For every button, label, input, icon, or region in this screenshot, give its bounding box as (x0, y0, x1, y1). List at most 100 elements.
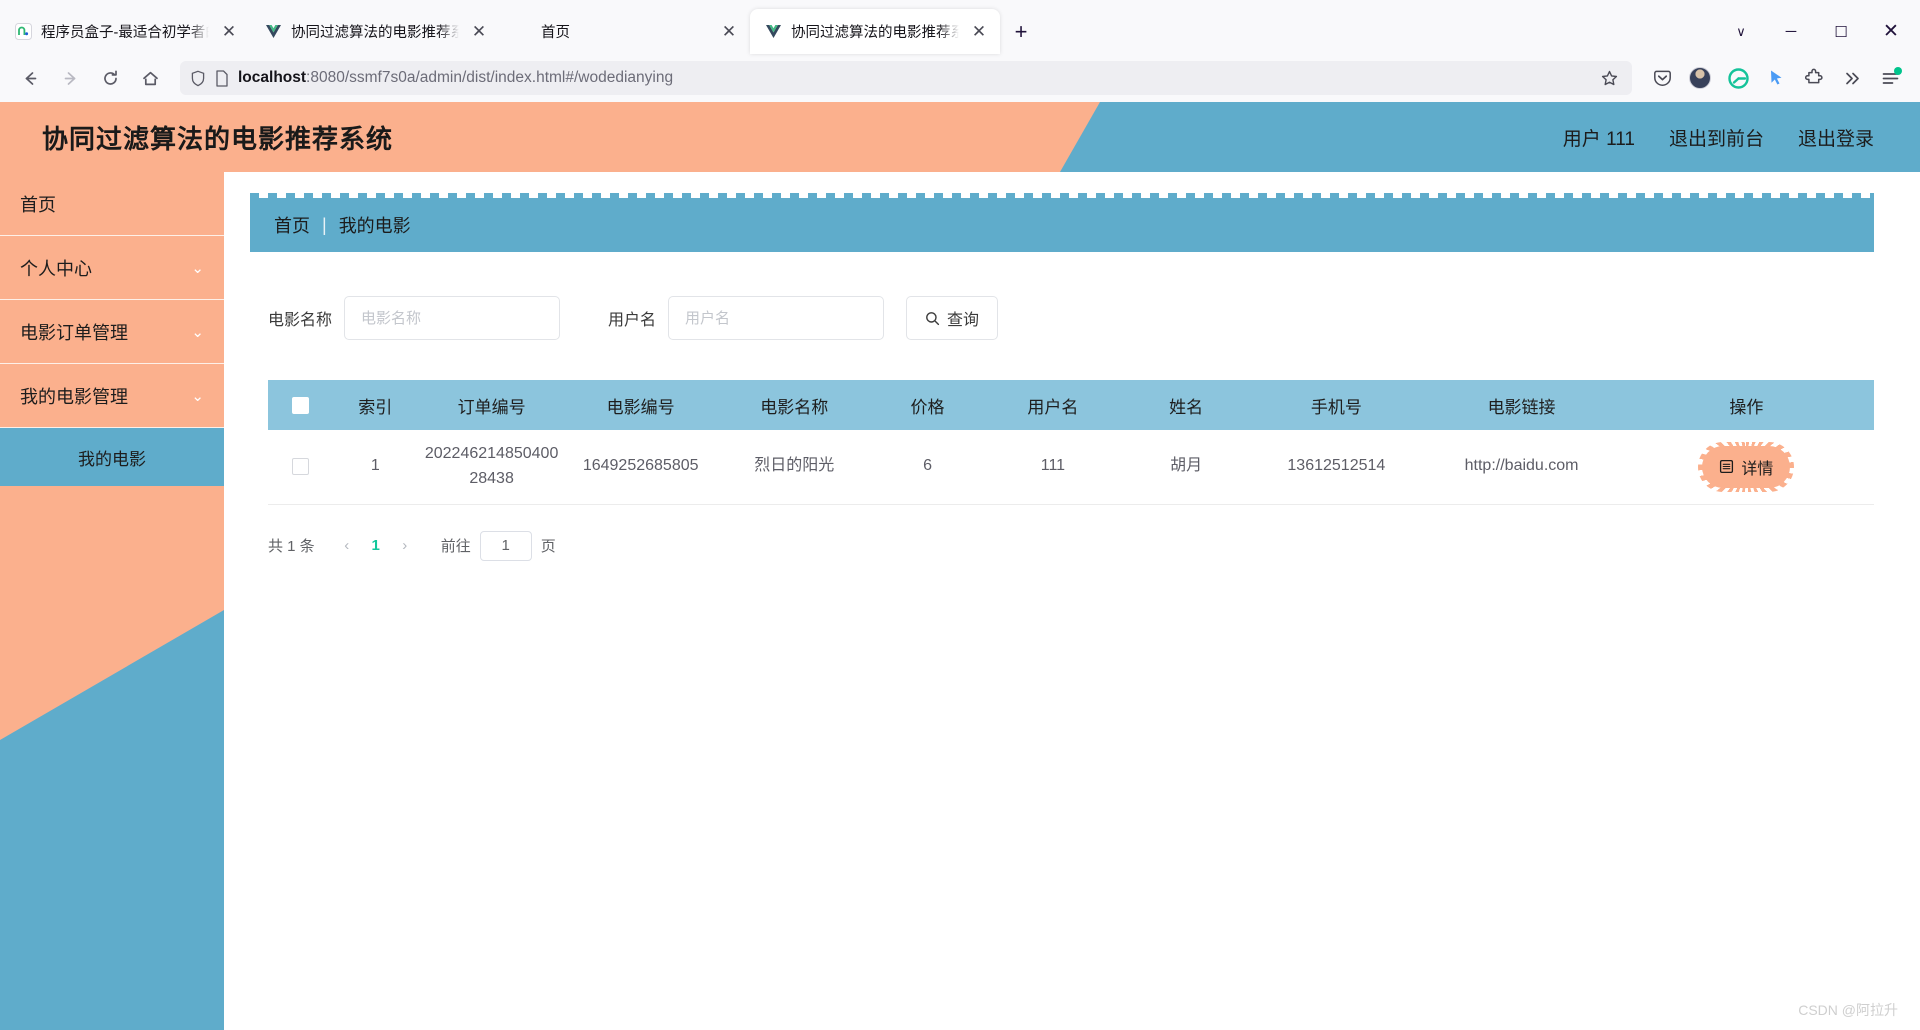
app-menu-icon[interactable] (1872, 61, 1908, 95)
grammarly-icon[interactable] (1720, 61, 1756, 95)
tab-strip: 程序员盒子-最适合初学者的免费... ✕ 协同过滤算法的电影推荐系统 ✕ 首页 … (0, 0, 1920, 54)
cell-movie-no: 1649252685805 (566, 430, 716, 505)
column-price: 价格 (873, 380, 982, 430)
cell-movie-name: 烈日的阳光 (715, 430, 874, 505)
sidebar-item-movie-orders[interactable]: 电影订单管理 ⌄ (0, 300, 224, 364)
extensions-icon[interactable] (1796, 61, 1832, 95)
url-bar[interactable]: localhost:8080/ssmf7s0a/admin/dist/index… (180, 61, 1632, 95)
breadcrumb-separator: | (322, 214, 327, 235)
shield-icon[interactable] (190, 70, 206, 87)
row-select-cell[interactable] (268, 430, 334, 505)
movie-name-input[interactable] (344, 296, 561, 340)
sidebar-item-home[interactable]: 首页 (0, 172, 224, 236)
tab-close-icon[interactable]: ✕ (968, 21, 990, 43)
back-icon[interactable] (12, 61, 48, 95)
table-row: 1 20224621485040028438 1649252685805 烈日的… (268, 430, 1874, 505)
minimize-button[interactable]: ─ (1766, 9, 1816, 54)
column-movie-link: 电影链接 (1424, 380, 1619, 430)
data-table-wrapper: 索引 订单编号 电影编号 电影名称 价格 用户名 姓名 手机号 电影链接 操作 (250, 380, 1874, 505)
browser-tab-4-active[interactable]: 协同过滤算法的电影推荐系统 ✕ (750, 9, 1000, 54)
new-tab-button[interactable]: + (1004, 15, 1038, 49)
browser-tab-3[interactable]: 首页 ✕ (500, 9, 750, 54)
pagination-goto-label: 前往 (440, 538, 471, 555)
breadcrumb: 首页 | 我的电影 (250, 193, 1874, 252)
data-table: 索引 订单编号 电影编号 电影名称 价格 用户名 姓名 手机号 电影链接 操作 (268, 380, 1874, 505)
sidebar-subitem-my-movie-active[interactable]: 我的电影 (0, 428, 224, 486)
movie-name-label: 电影名称 (268, 312, 333, 329)
home-icon[interactable] (132, 61, 168, 95)
detail-button-wrapper: 详情 (1698, 441, 1795, 492)
tab-close-icon[interactable]: ✕ (718, 21, 740, 43)
cell-username: 111 (981, 430, 1125, 505)
chevron-down-icon: ⌄ (191, 323, 204, 341)
sidebar-item-label: 我的电影管理 (20, 386, 128, 407)
sidebar-item-my-movie-management[interactable]: 我的电影管理 ⌄ (0, 364, 224, 428)
url-host: localhost (238, 69, 307, 86)
detail-button[interactable]: 详情 (1698, 441, 1795, 492)
browser-tab-title: 程序员盒子-最适合初学者的免费... (41, 25, 209, 41)
cell-price: 6 (873, 430, 982, 505)
browser-tab-title: 协同过滤算法的电影推荐系统 (291, 25, 459, 41)
select-all-checkbox[interactable] (292, 397, 310, 415)
window-controls: ∨ ─ ☐ ✕ (1716, 9, 1916, 54)
window-close-button[interactable]: ✕ (1866, 9, 1916, 54)
cell-index: 1 (333, 430, 418, 505)
tab-close-icon[interactable]: ✕ (218, 21, 240, 43)
tab-close-icon[interactable]: ✕ (468, 21, 490, 43)
chevron-down-icon: ⌄ (191, 387, 204, 405)
column-order-no: 订单编号 (417, 380, 567, 430)
cell-movie-link: http://baidu.com (1424, 430, 1619, 505)
sidebar: 首页 个人中心 ⌄ 电影订单管理 ⌄ 我的电影管理 ⌄ 我的电影 (0, 172, 224, 1030)
browser-tab-2[interactable]: 协同过滤算法的电影推荐系统 ✕ (250, 9, 500, 54)
reload-icon[interactable] (92, 61, 128, 95)
vue-logo-icon (764, 23, 782, 41)
pagination-prev-icon[interactable]: ‹ (333, 532, 361, 560)
update-badge (1894, 67, 1902, 75)
overflow-chevrons-icon[interactable] (1834, 61, 1870, 95)
cell-actions: 详情 (1618, 430, 1874, 505)
forward-icon[interactable] (52, 61, 88, 95)
header-user-label[interactable]: 用户 111 (1563, 124, 1635, 151)
cell-name: 胡月 (1124, 430, 1249, 505)
vue-logo-icon (264, 23, 282, 41)
table-header-row: 索引 订单编号 电影编号 电影名称 价格 用户名 姓名 手机号 电影链接 操作 (268, 380, 1874, 430)
pocket-icon[interactable] (1644, 61, 1680, 95)
main-content: 首页 | 我的电影 电影名称 用户名 查询 (224, 172, 1920, 1030)
list-all-tabs-icon[interactable]: ∨ (1716, 9, 1766, 54)
star-icon[interactable] (1596, 69, 1622, 88)
sidebar-item-personal-center[interactable]: 个人中心 ⌄ (0, 236, 224, 300)
url-path: :8080/ssmf7s0a/admin/dist/index.html#/wo… (306, 69, 674, 86)
breadcrumb-current: 我的电影 (338, 216, 411, 236)
select-all-header[interactable] (268, 380, 334, 430)
n-logo-icon (14, 23, 32, 41)
document-icon (1719, 459, 1734, 474)
username-label: 用户名 (608, 312, 657, 329)
body-row: 首页 个人中心 ⌄ 电影订单管理 ⌄ 我的电影管理 ⌄ 我的电影 首页 | 我的… (0, 172, 1920, 1030)
exit-to-frontend-link[interactable]: 退出到前台 (1669, 124, 1764, 151)
pagination-goto-input[interactable] (479, 530, 532, 561)
pagination-page-1[interactable]: 1 (361, 532, 391, 560)
logout-link[interactable]: 退出登录 (1798, 124, 1874, 151)
column-username: 用户名 (981, 380, 1125, 430)
username-input[interactable] (668, 296, 885, 340)
column-movie-name: 电影名称 (715, 380, 874, 430)
pagination-jump: 前往 页 (440, 530, 556, 561)
header-actions: 用户 111 退出到前台 退出登录 (1563, 102, 1874, 172)
sidebar-item-label: 电影订单管理 (20, 322, 128, 343)
cell-order-no: 20224621485040028438 (417, 430, 567, 505)
url-text[interactable]: localhost:8080/ssmf7s0a/admin/dist/index… (238, 69, 1587, 87)
browser-tab-1[interactable]: 程序员盒子-最适合初学者的免费... ✕ (0, 9, 250, 54)
account-avatar[interactable] (1682, 61, 1718, 95)
row-checkbox[interactable] (292, 457, 310, 475)
column-index: 索引 (333, 380, 418, 430)
page-title: 协同过滤算法的电影推荐系统 (42, 123, 394, 154)
maximize-button[interactable]: ☐ (1816, 9, 1866, 54)
blank-favicon-icon (514, 23, 532, 41)
column-movie-no: 电影编号 (566, 380, 716, 430)
pagination-next-icon[interactable]: › (391, 532, 419, 560)
breadcrumb-root[interactable]: 首页 (274, 212, 310, 238)
page-viewport: 协同过滤算法的电影推荐系统 用户 111 退出到前台 退出登录 首页 个人中心 … (0, 102, 1920, 1030)
browser-tab-title: 首页 (541, 25, 570, 41)
search-button[interactable]: 查询 (906, 296, 999, 340)
cursor-icon[interactable] (1758, 61, 1794, 95)
